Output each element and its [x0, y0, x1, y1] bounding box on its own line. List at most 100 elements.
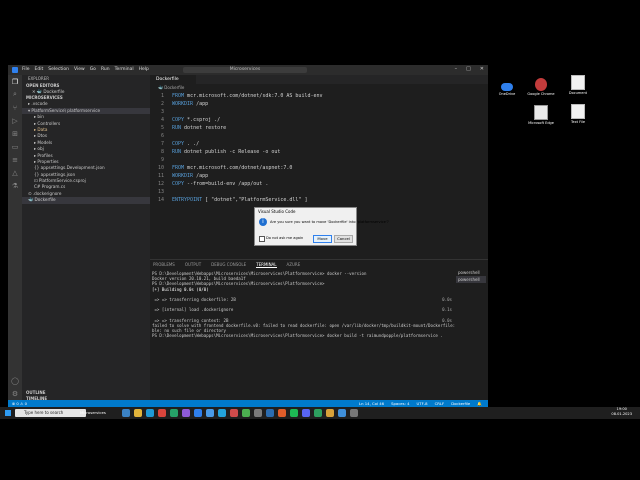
- code-line[interactable]: 12 COPY --from=build-env /app/out .: [150, 180, 268, 188]
- app-icon[interactable]: [170, 409, 178, 417]
- app-icon[interactable]: [254, 409, 262, 417]
- code-line[interactable]: 14 ENTRYPOINT [ "dotnet","PlatformService…: [150, 196, 308, 204]
- tree-item[interactable]: 🐳 Dockerfile: [22, 197, 150, 204]
- edge-icon[interactable]: [146, 409, 154, 417]
- desktop-icon-document[interactable]: Document: [563, 75, 593, 95]
- app-icon[interactable]: [182, 409, 190, 417]
- app-icon[interactable]: [266, 409, 274, 417]
- code-line[interactable]: 7 COPY . ./: [150, 140, 199, 148]
- tab-dockerfile[interactable]: Dockerfile: [150, 75, 196, 84]
- indentation-status[interactable]: Spaces: 4: [391, 400, 409, 407]
- app-icon[interactable]: [338, 409, 346, 417]
- search-icon[interactable]: ⌕: [8, 88, 22, 101]
- code-line[interactable]: 6: [150, 132, 172, 140]
- code-text: mcr.microsoft.com/dotnet/aspnet:7.0: [184, 165, 293, 171]
- line-number: 9: [160, 157, 164, 163]
- close-icon[interactable]: ✕: [480, 66, 484, 72]
- app-icon[interactable]: [218, 409, 226, 417]
- docker-icon[interactable]: ≡: [8, 153, 22, 166]
- cancel-button[interactable]: Cancel: [334, 235, 353, 243]
- chrome-icon[interactable]: [158, 409, 166, 417]
- code-line[interactable]: 8 RUN dotnet publish -c Release -o out: [150, 148, 280, 156]
- account-icon[interactable]: ◯: [8, 374, 22, 387]
- language-mode[interactable]: Dockerfile: [451, 400, 470, 407]
- move-button[interactable]: Move: [313, 235, 332, 243]
- tab-output[interactable]: OUTPUT: [185, 261, 201, 268]
- desktop-icon-chrome[interactable]: Google Chrome: [526, 78, 556, 96]
- code-keyword: FROM: [172, 93, 185, 99]
- line-number: 2: [160, 101, 164, 107]
- code-line[interactable]: 5 RUN dotnet restore: [150, 124, 226, 132]
- taskbar-search[interactable]: Type here to search: [15, 409, 86, 417]
- terminal-list: powershell powershell: [456, 269, 486, 283]
- desktop-icon-onedrive[interactable]: OneDrive: [492, 79, 522, 96]
- app-icon[interactable]: [326, 409, 334, 417]
- taskbar-vscode-button[interactable]: Microservices: [80, 408, 106, 418]
- remote-explorer-icon[interactable]: ▭: [8, 140, 22, 153]
- tab-azure[interactable]: AZURE: [287, 261, 301, 268]
- azure-icon[interactable]: △: [8, 166, 22, 179]
- code-text: dotnet publish -c Release -o out: [181, 149, 281, 155]
- tab-terminal[interactable]: TERMINAL: [256, 261, 277, 268]
- desktop-icon-textfile[interactable]: Text File: [563, 104, 593, 124]
- status-bar: ⊗ 0 ⚠ 0 Ln 14, Col 46 Spaces: 4 UTF-8 CR…: [8, 400, 488, 407]
- code-line[interactable]: 9: [150, 156, 172, 164]
- code-line[interactable]: 3: [150, 108, 172, 116]
- file-icon: [571, 75, 585, 90]
- terminal-output[interactable]: PS D:\Development\Webapps\Microservices\…: [152, 271, 455, 338]
- eol-status[interactable]: CRLF: [435, 400, 445, 407]
- line-number: 3: [160, 109, 164, 115]
- code-line[interactable]: 4 COPY *.csproj ./: [150, 116, 220, 124]
- menu-file[interactable]: File: [22, 67, 30, 72]
- terminal-item[interactable]: powershell: [456, 269, 486, 276]
- desktop-icon-edge[interactable]: Microsoft Edge: [526, 105, 556, 125]
- spotify-icon[interactable]: [290, 409, 298, 417]
- command-center-search[interactable]: Microservices: [183, 67, 307, 73]
- menu-help[interactable]: Help: [139, 67, 149, 72]
- menu-edit[interactable]: Edit: [35, 67, 44, 72]
- windows-start-icon[interactable]: [5, 410, 11, 416]
- minimize-icon[interactable]: –: [455, 66, 458, 72]
- maximize-icon[interactable]: □: [466, 66, 471, 72]
- app-icon[interactable]: [302, 409, 310, 417]
- app-icon[interactable]: [194, 409, 202, 417]
- menu-selection[interactable]: Selection: [48, 67, 69, 72]
- problems-status[interactable]: ⊗ 0 ⚠ 0: [12, 400, 27, 407]
- terminal-item[interactable]: powershell: [456, 276, 486, 283]
- notifications-icon[interactable]: 🔔: [477, 400, 482, 407]
- encoding-status[interactable]: UTF-8: [417, 400, 428, 407]
- do-not-ask-checkbox[interactable]: [259, 236, 265, 242]
- code-line[interactable]: 13: [150, 188, 172, 196]
- menu-view[interactable]: View: [74, 67, 85, 72]
- breadcrumb[interactable]: 🐳 Dockerfile: [150, 84, 496, 91]
- code-line[interactable]: 10 FROM mcr.microsoft.com/dotnet/aspnet:7…: [150, 164, 292, 172]
- desktop-icon-label: Microsoft Edge: [528, 121, 554, 125]
- testing-icon[interactable]: ⚗: [8, 179, 22, 192]
- file-explorer-icon[interactable]: [134, 409, 142, 417]
- system-clock[interactable]: 19:00 08.01.2023: [611, 407, 632, 417]
- settings-gear-icon[interactable]: ⚙: [8, 387, 22, 400]
- task-view-icon[interactable]: [122, 409, 130, 417]
- menu-terminal[interactable]: Terminal: [115, 67, 134, 72]
- bottom-panel: PROBLEMS OUTPUT DEBUG CONSOLE TERMINAL A…: [150, 259, 488, 401]
- vscode-icon[interactable]: [206, 409, 214, 417]
- app-icon[interactable]: [314, 409, 322, 417]
- extensions-icon[interactable]: ⊞: [8, 127, 22, 140]
- tab-debug-console[interactable]: DEBUG CONSOLE: [211, 261, 246, 268]
- app-icon[interactable]: [242, 409, 250, 417]
- app-icon[interactable]: [278, 409, 286, 417]
- app-icon[interactable]: [350, 409, 358, 417]
- explorer-icon[interactable]: ❐: [8, 75, 22, 88]
- code-line[interactable]: 1 FROM mcr.microsoft.com/dotnet/sdk:7.0 A…: [150, 92, 323, 100]
- app-icon[interactable]: [230, 409, 238, 417]
- cursor-position[interactable]: Ln 14, Col 46: [359, 400, 384, 407]
- source-control-icon[interactable]: ⑂: [8, 101, 22, 114]
- cloud-icon: [501, 83, 513, 91]
- code-line[interactable]: 11 WORKDIR /app: [150, 172, 208, 180]
- line-number: 11: [157, 173, 164, 179]
- tab-problems[interactable]: PROBLEMS: [153, 261, 175, 268]
- menu-run[interactable]: Run: [101, 67, 110, 72]
- code-line[interactable]: 2 WORKDIR /app: [150, 100, 208, 108]
- menu-go[interactable]: Go: [90, 67, 96, 72]
- run-debug-icon[interactable]: ▷: [8, 114, 22, 127]
